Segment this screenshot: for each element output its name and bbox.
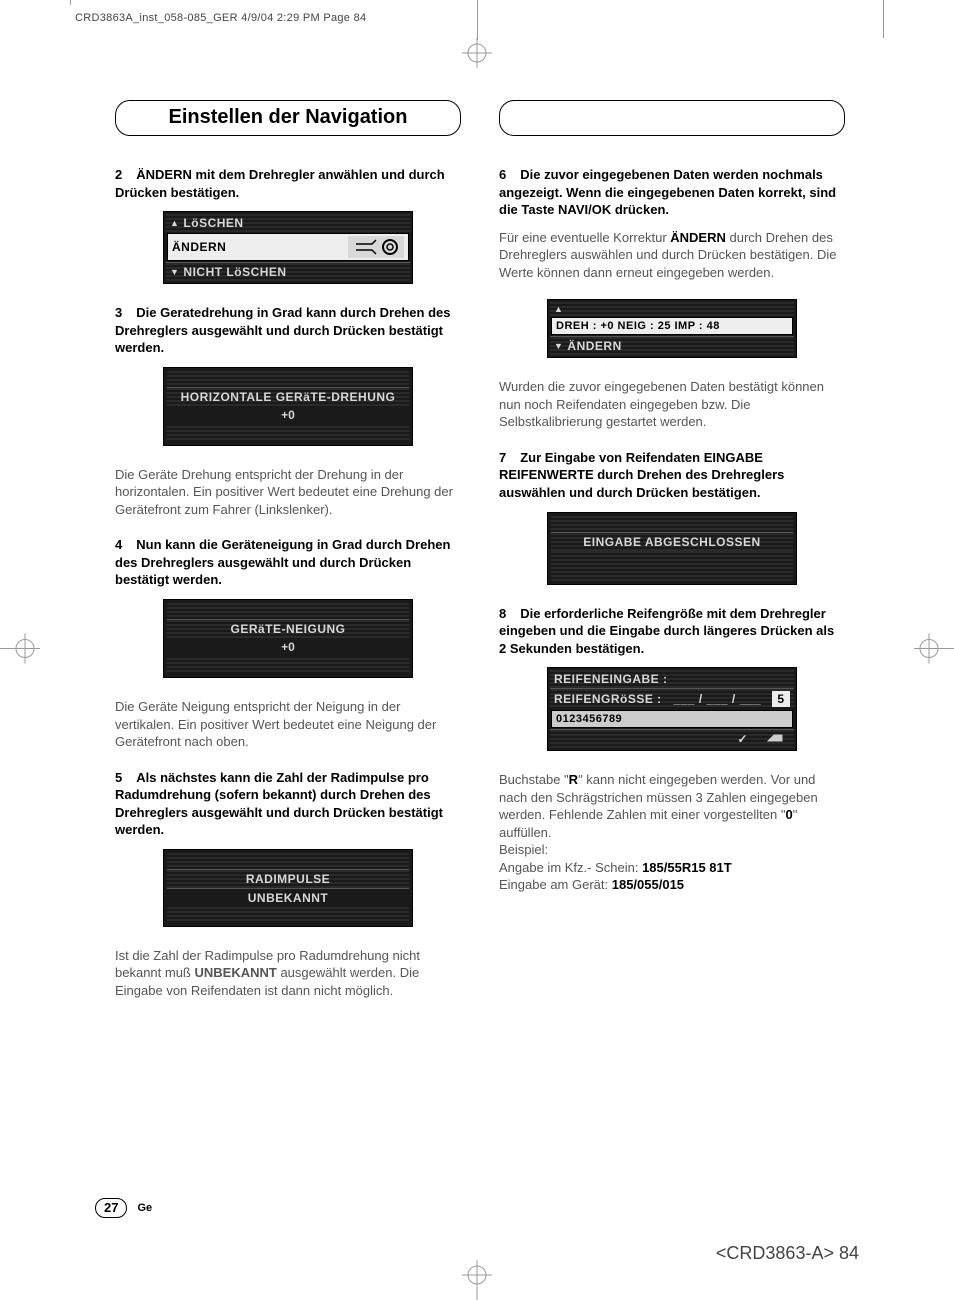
body-6: Für eine eventuelle Korrektur ÄNDERN dur… [499, 229, 845, 282]
crop-mark-bottom [462, 1260, 492, 1300]
triangle-down-icon: ▼ [170, 267, 179, 277]
body-4: Die Geräte Neigung entspricht der Neigun… [115, 698, 461, 751]
crop-mark-top-line [477, 0, 478, 40]
triangle-up-icon: ▲ [554, 304, 563, 314]
page-footer: 27 Ge [95, 1198, 152, 1218]
body-3: Die Geräte Drehung entspricht der Drehun… [115, 466, 461, 519]
crop-mark-top-right [883, 0, 884, 38]
step-7: 7 Zur Eingabe von Reifendaten EINGABE RE… [499, 449, 845, 502]
page-content: Einstellen der Navigation 2 ÄNDERN mit d… [115, 100, 845, 1017]
lcd-eingabe-abgeschlossen: EINGABE ABGESCHLOSSEN [547, 512, 797, 585]
lcd-reifeneingabe: REIFENEINGABE : REIFENGRöSSE : ___ / ___… [547, 667, 797, 751]
lcd-loeschen-aendern: ▲LöSCHEN ÄNDERN ▼NICHT LöSCHEN [163, 211, 413, 284]
lcd-radimpulse: RADIMPULSE UNBEKANNT [163, 849, 413, 927]
digit-box: 5 [772, 691, 790, 707]
triangle-up-icon: ▲ [170, 218, 179, 228]
document-footer-id: <CRD3863-A> 84 [716, 1243, 859, 1264]
crop-mark-top-cross [462, 38, 492, 68]
section-heading-empty [499, 100, 845, 136]
lcd-geraete-neigung: GERäTE-NEIGUNG +0 [163, 599, 413, 678]
language-code: Ge [137, 1202, 152, 1214]
lcd-dreh-neig-imp: ▲ DREH : +0 NEIG : 25 IMP : 48 ▼ÄNDERN [547, 299, 797, 358]
step-3: 3 Die Geratedrehung in Grad kann durch D… [115, 304, 461, 357]
crop-mark-top-left [70, 0, 71, 5]
body-6d: Wurden die zuvor eingegebenen Daten best… [499, 378, 845, 431]
step-6: 6 Die zuvor eingegebenen Daten werden no… [499, 166, 845, 219]
step-8: 8 Die erforderliche Reifengröße mit dem … [499, 605, 845, 658]
step-5: 5 Als nächstes kann die Zahl der Radimpu… [115, 769, 461, 839]
page-number: 27 [95, 1198, 127, 1218]
step-2: 2 ÄNDERN mit dem Drehregler anwählen und… [115, 166, 461, 201]
crop-mark-left [0, 634, 40, 667]
right-column: 6 Die zuvor eingegebenen Daten werden no… [499, 166, 845, 1017]
body-5: Ist die Zahl der Radimpulse pro Radumdre… [115, 947, 461, 1000]
check-icon: ✓ [737, 732, 748, 746]
tire-wrench-icon [348, 236, 404, 258]
left-column: 2 ÄNDERN mit dem Drehregler anwählen und… [115, 166, 461, 1017]
eraser-icon [766, 732, 784, 746]
print-header: CRD3863A_inst_058-085_GER 4/9/04 2:29 PM… [75, 12, 366, 24]
crop-mark-right [914, 634, 954, 667]
lcd-horizontale-drehung: HORIZONTALE GERäTE-DREHUNG +0 [163, 367, 413, 446]
step-4: 4 Nun kann die Geräteneigung in Grad dur… [115, 536, 461, 589]
triangle-down-icon: ▼ [554, 341, 563, 351]
body-8: Buchstabe "R" kann nicht eingegeben werd… [499, 771, 845, 894]
section-heading: Einstellen der Navigation [115, 100, 461, 136]
